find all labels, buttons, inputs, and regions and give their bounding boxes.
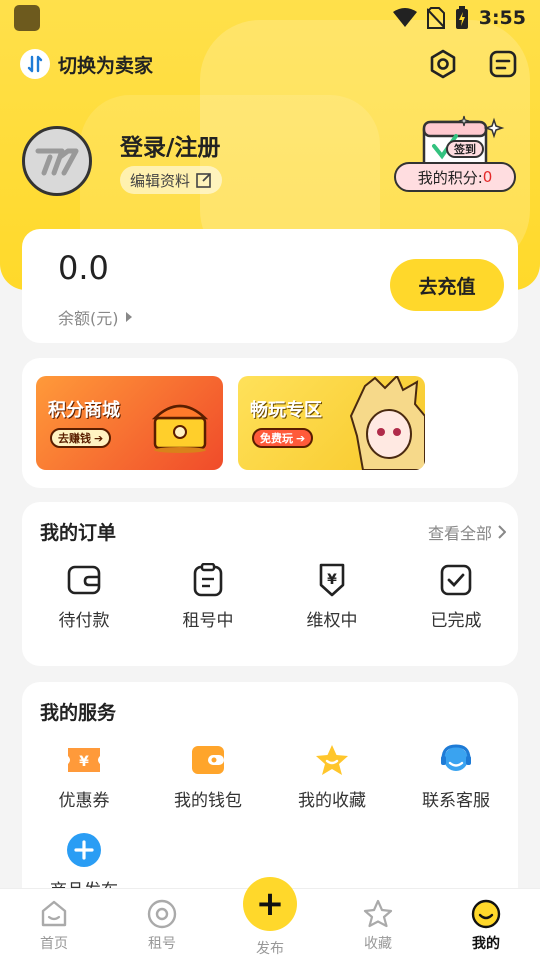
switch-to-seller-link[interactable]: 切换为卖家	[58, 51, 153, 78]
check-box-icon	[438, 562, 474, 598]
banner-cta: 免费玩 ➔	[252, 428, 314, 448]
app-status-icon	[14, 5, 40, 31]
service-wallet[interactable]: 我的钱包	[146, 742, 270, 811]
status-time: 3:55	[478, 7, 526, 29]
edit-profile-button[interactable]: 编辑资料	[120, 166, 223, 194]
wallet-icon	[190, 742, 226, 778]
switch-role-icon[interactable]	[20, 49, 50, 79]
publish-fab[interactable]: +	[243, 877, 297, 931]
balance-value: 0.0	[58, 249, 109, 287]
tab-home[interactable]: 首页	[0, 889, 108, 960]
plus-icon: +	[255, 884, 285, 924]
anime-character-illustration	[349, 376, 425, 470]
coupon-icon: ¥	[66, 742, 102, 778]
checkin-widget[interactable]: 签到 我的积分: 0	[394, 114, 522, 212]
settings-icon[interactable]	[426, 47, 460, 81]
home-icon	[41, 900, 67, 927]
service-coupons[interactable]: ¥ 优惠券	[22, 742, 146, 811]
star-icon	[314, 742, 350, 778]
tab-mine[interactable]: 我的	[432, 889, 540, 960]
promo-banner-card: 积分商城 去赚钱 ➔ 畅玩专区 免费玩 ➔	[22, 358, 518, 488]
points-mall-banner[interactable]: 积分商城 去赚钱 ➔	[36, 376, 223, 470]
order-completed[interactable]: 已完成	[394, 562, 518, 631]
no-sim-icon	[426, 7, 445, 29]
free-play-banner[interactable]: 畅玩专区 免费玩 ➔	[238, 376, 425, 470]
my-points-pill[interactable]: 我的积分: 0	[394, 162, 516, 192]
headset-icon	[438, 742, 474, 778]
battery-charging-icon	[455, 6, 468, 29]
points-label: 我的积分:	[417, 168, 483, 187]
wallet-outline-icon	[66, 562, 102, 598]
my-orders-card: 我的订单 查看全部 待付款 租号中 ¥ 维权中 已完成	[22, 502, 518, 666]
banner-title: 畅玩专区	[250, 400, 322, 421]
treasure-chest-icon	[151, 404, 209, 453]
view-all-label: 查看全部	[427, 524, 492, 543]
tab-rent[interactable]: 租号	[108, 889, 216, 960]
order-renting[interactable]: 租号中	[146, 562, 270, 631]
app-logo-icon	[35, 148, 79, 176]
order-disputes[interactable]: ¥ 维权中	[270, 562, 394, 631]
services-title: 我的服务	[40, 702, 117, 724]
status-bar: 3:55	[0, 0, 540, 36]
messages-icon[interactable]	[486, 47, 520, 81]
smile-icon	[471, 899, 501, 929]
plus-circle-icon	[67, 833, 101, 867]
orders-title: 我的订单	[40, 522, 117, 544]
caret-right-icon	[125, 312, 132, 322]
arrow-circle-icon: ➔	[94, 431, 104, 445]
banner-title: 积分商城	[48, 400, 120, 421]
avatar[interactable]	[22, 126, 92, 196]
clipboard-icon	[190, 562, 226, 598]
balance-label: 余额(元)	[58, 309, 119, 328]
service-favorites[interactable]: 我的收藏	[270, 742, 394, 811]
wifi-icon	[392, 8, 417, 27]
star-outline-icon	[363, 899, 393, 928]
recharge-button[interactable]: 去充值	[390, 259, 504, 311]
order-pending-payment[interactable]: 待付款	[22, 562, 146, 631]
service-customer-support[interactable]: 联系客服	[394, 742, 518, 811]
arrow-circle-icon: ➔	[296, 431, 306, 445]
view-all-orders-link[interactable]: 查看全部	[428, 520, 506, 544]
banner-cta: 去赚钱 ➔	[50, 428, 112, 448]
disc-icon	[147, 899, 177, 929]
yen-shield-icon: ¥	[314, 562, 350, 598]
login-register-link[interactable]: 登录/注册	[120, 128, 220, 162]
top-bar: 切换为卖家	[20, 44, 520, 84]
edit-profile-label: 编辑资料	[130, 171, 191, 190]
tab-publish-label: 发布	[256, 941, 284, 957]
svg-text:¥: ¥	[327, 572, 337, 588]
checkin-label: 签到	[446, 140, 484, 158]
points-value: 0	[482, 168, 493, 186]
svg-text:¥: ¥	[79, 754, 89, 770]
profile-section: 登录/注册 编辑资料 签到 我的积分: 0	[22, 115, 522, 206]
chevron-right-icon	[498, 525, 506, 539]
tab-favorites[interactable]: 收藏	[324, 889, 432, 960]
edit-icon	[196, 173, 211, 188]
balance-label-link[interactable]: 余额(元)	[58, 305, 133, 329]
balance-card: 0.0 余额(元) 去充值	[22, 229, 518, 343]
